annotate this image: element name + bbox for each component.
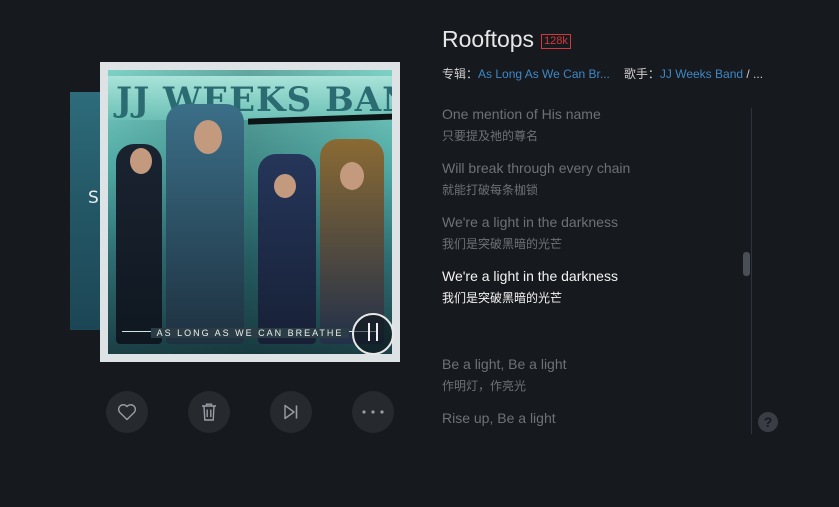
lyric-line: We're a light in the darkness 我们是突破黑暗的光芒 — [442, 214, 618, 252]
lyric-chinese: 作明灯，作亮光 — [442, 379, 527, 393]
song-meta: 专辑：As Long As We Can Br... 歌手：JJ Weeks Ba… — [442, 65, 763, 82]
help-icon: ? — [763, 414, 773, 430]
lyrics-scrollbar-track[interactable] — [751, 108, 752, 434]
artist-link[interactable]: JJ Weeks Band — [660, 67, 743, 81]
album-link[interactable]: As Long As We Can Br... — [478, 67, 610, 81]
lyric-chinese: 我们是突破黑暗的光芒 — [442, 237, 563, 251]
lyric-line-current: We're a light in the darkness 我们是突破黑暗的光芒 — [442, 268, 618, 306]
skip-next-icon — [284, 404, 298, 420]
delete-button[interactable] — [188, 391, 230, 433]
lyrics-scrollbar-thumb[interactable] — [743, 252, 750, 276]
band-member-head — [194, 120, 222, 154]
lyric-english: Rise up, Be a light — [442, 410, 556, 426]
band-member-figure — [116, 144, 162, 344]
band-member-head — [340, 162, 364, 190]
lyric-english: Be a light, Be a light — [442, 356, 567, 372]
lyric-line: Rise up, Be a light — [442, 410, 556, 426]
album-subtitle: AS LONG AS WE CAN BREATHE — [108, 328, 392, 338]
like-button[interactable] — [106, 391, 148, 433]
lyric-english: We're a light in the darkness — [442, 268, 618, 284]
band-member-head — [274, 174, 296, 198]
pause-button[interactable] — [352, 313, 394, 355]
song-title-row: Rooftops 128k — [442, 26, 571, 53]
lyric-chinese: 就能打破每条枷锁 — [442, 183, 539, 197]
trash-icon — [202, 403, 216, 421]
quality-badge[interactable]: 128k — [541, 34, 571, 49]
artist-label: 歌手： — [623, 67, 660, 81]
more-options-button[interactable] — [352, 391, 394, 433]
lyric-english: We're a light in the darkness — [442, 214, 618, 230]
heart-icon — [117, 404, 137, 421]
lyric-line: Be a light, Be a light 作明灯，作亮光 — [442, 356, 567, 394]
album-subtitle-text: AS LONG AS WE CAN BREATHE — [150, 328, 350, 338]
lyric-chinese: 只要提及祂的尊名 — [442, 129, 539, 143]
band-member-head — [130, 148, 152, 174]
next-track-button[interactable] — [270, 391, 312, 433]
album-cover-art: JJ WEEKS BAND AS LONG AS WE CAN BREATHE — [108, 70, 392, 354]
band-name-logo: JJ WEEKS BAND — [116, 80, 392, 120]
previous-cover-letter: S — [88, 188, 99, 208]
album-cover: JJ WEEKS BAND AS LONG AS WE CAN BREATHE — [100, 62, 400, 362]
pause-icon — [365, 322, 381, 346]
lyric-line: One mention of His name 只要提及祂的尊名 — [442, 106, 601, 144]
lyric-line: Will break through every chain 就能打破每条枷锁 — [442, 160, 630, 198]
artist-more[interactable]: / ... — [743, 67, 763, 81]
album-label: 专辑： — [442, 67, 479, 81]
help-button[interactable]: ? — [758, 412, 778, 432]
lyric-chinese: 我们是突破黑暗的光芒 — [442, 291, 563, 305]
lyric-english: Will break through every chain — [442, 160, 631, 176]
song-title: Rooftops — [442, 26, 535, 52]
more-icon — [362, 410, 384, 414]
lyric-english: One mention of His name — [442, 106, 601, 122]
